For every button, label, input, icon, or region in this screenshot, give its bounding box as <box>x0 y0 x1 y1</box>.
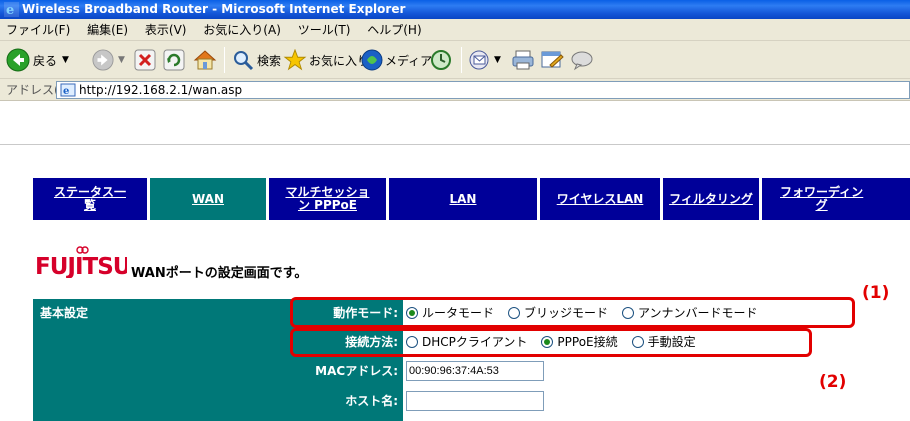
nav-lan-label: LAN <box>449 191 477 206</box>
toolbar: 戻る ▼ ▼ 検索 お気に入り メディア ▼ <box>0 41 910 79</box>
print-icon <box>512 50 534 70</box>
nav-filtering[interactable]: フィルタリング <box>663 178 759 220</box>
nav-wireless-lan[interactable]: ワイヤレスLAN <box>540 178 660 220</box>
callout-box-1 <box>290 297 855 328</box>
search-icon <box>234 51 254 71</box>
search-button[interactable]: 検索 <box>232 45 281 75</box>
hostname-field-wrap <box>406 390 544 412</box>
fujitsu-logo-mark: FUJITSU <box>35 246 131 280</box>
mac-label: MACアドレス: <box>288 360 403 382</box>
back-label: 戻る <box>33 53 58 68</box>
hostname-input[interactable] <box>406 391 544 411</box>
refresh-button[interactable] <box>163 45 185 75</box>
title-bar: e Wireless Broadband Router - Microsoft … <box>0 0 910 19</box>
star-icon <box>283 49 307 71</box>
callout-label-2: (2) <box>819 372 847 392</box>
callout-box-2 <box>290 328 812 357</box>
menu-tools[interactable]: ツール(T) <box>298 23 351 37</box>
forward-button[interactable]: ▼ <box>92 45 125 75</box>
refresh-icon <box>163 49 185 71</box>
edit-icon <box>541 51 564 68</box>
stop-button[interactable] <box>134 45 156 75</box>
history-icon <box>431 50 451 70</box>
svg-text:e: e <box>6 3 14 17</box>
logo-text: FUJITSU <box>35 254 127 278</box>
toolbar-separator <box>461 47 462 73</box>
search-label: 検索 <box>257 53 282 68</box>
media-button[interactable]: メディア <box>361 45 432 75</box>
fujitsu-logo: FUJITSU <box>35 246 131 280</box>
toolbar-separator <box>224 47 225 73</box>
menu-edit[interactable]: 編集(E) <box>87 23 128 37</box>
mail-icon <box>469 50 489 70</box>
page-heading: WANポートの設定画面です。 <box>131 266 308 281</box>
nav-forwarding[interactable]: フォワーディング <box>762 178 910 220</box>
print-button[interactable] <box>511 45 535 75</box>
ie-icon: e <box>4 2 19 17</box>
home-button[interactable] <box>193 45 217 75</box>
chevron-down-icon[interactable]: ▼ <box>118 55 125 65</box>
forward-arrow-icon <box>92 49 114 71</box>
nav-menu: ステータス一覧 WAN マルチセッション PPPoE LAN ワイヤレスLAN … <box>33 175 910 223</box>
home-icon <box>193 50 217 70</box>
menu-file[interactable]: ファイル(F) <box>6 23 70 37</box>
back-button[interactable]: 戻る ▼ <box>6 45 69 75</box>
history-button[interactable] <box>430 45 452 75</box>
address-input[interactable]: e http://192.168.2.1/wan.asp <box>56 81 910 99</box>
page-icon: e <box>60 83 76 97</box>
chevron-down-icon[interactable]: ▼ <box>494 55 501 65</box>
stop-icon <box>134 49 156 71</box>
divider <box>0 144 910 145</box>
chat-icon <box>571 51 593 71</box>
nav-status[interactable]: ステータス一覧 <box>33 178 147 220</box>
nav-wireless-label: ワイヤレスLAN <box>556 191 644 206</box>
favorites-label: お気に入り <box>309 53 370 68</box>
mac-field-wrap <box>406 360 544 382</box>
chevron-down-icon[interactable]: ▼ <box>62 55 69 65</box>
menu-help[interactable]: ヘルプ(H) <box>367 23 421 37</box>
svg-text:e: e <box>63 86 69 97</box>
window-title: Wireless Broadband Router - Microsoft In… <box>22 2 406 16</box>
address-bar: アドレス(D) e http://192.168.2.1/wan.asp <box>0 79 910 101</box>
mail-button[interactable]: ▼ <box>469 45 501 75</box>
nav-wan-label: WAN <box>191 191 225 206</box>
discuss-button[interactable] <box>570 45 594 75</box>
menu-favorites[interactable]: お気に入り(A) <box>203 23 281 37</box>
back-arrow-icon <box>6 48 30 72</box>
nav-multisession-pppoe[interactable]: マルチセッション PPPoE <box>269 178 386 220</box>
nav-wan[interactable]: WAN <box>150 178 266 220</box>
nav-lan[interactable]: LAN <box>389 178 537 220</box>
address-url: http://192.168.2.1/wan.asp <box>79 83 243 97</box>
nav-filtering-label: フィルタリング <box>669 191 753 206</box>
edit-button[interactable] <box>540 45 564 75</box>
callout-label-1: (1) <box>862 283 890 303</box>
favorites-button[interactable]: お気に入り <box>283 45 369 75</box>
browser-window: e Wireless Broadband Router - Microsoft … <box>0 0 910 421</box>
media-icon <box>361 49 383 71</box>
hostname-label: ホスト名: <box>288 390 403 412</box>
nav-status-label: ステータス一覧 <box>53 185 126 212</box>
mac-address-input[interactable] <box>406 361 544 381</box>
menu-view[interactable]: 表示(V) <box>145 23 187 37</box>
nav-forwarding-label: フォワーディング <box>780 185 864 212</box>
media-label: メディア <box>385 53 433 68</box>
menu-bar: ファイル(F) 編集(E) 表示(V) お気に入り(A) ツール(T) ヘルプ(… <box>0 19 910 41</box>
section-title-text: 基本設定 <box>40 306 89 320</box>
nav-multisession-label: マルチセッション PPPoE <box>285 185 370 212</box>
